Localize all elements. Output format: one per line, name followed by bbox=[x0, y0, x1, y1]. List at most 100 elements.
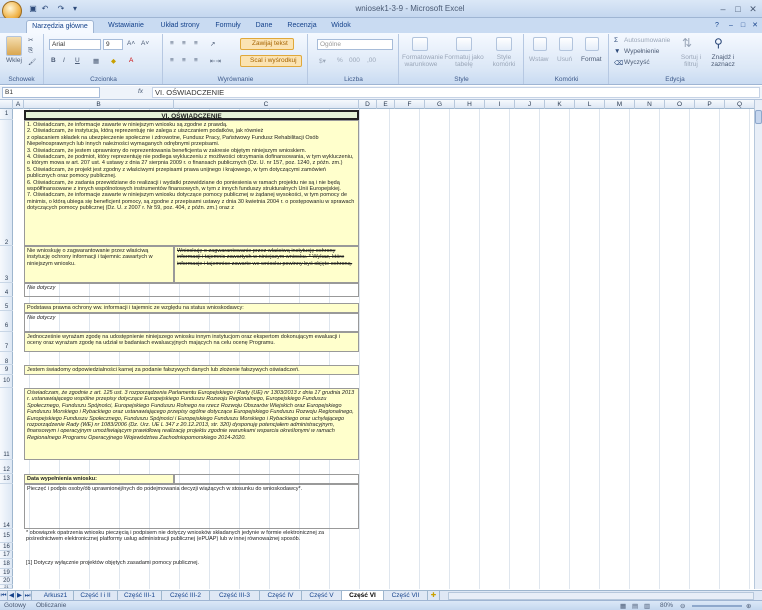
find-select-icon[interactable]: ⚲ bbox=[714, 36, 723, 50]
column-header-g[interactable]: G bbox=[425, 100, 455, 109]
cell-styles-icon[interactable] bbox=[496, 37, 512, 51]
column-header-p[interactable]: P bbox=[695, 100, 725, 109]
autosum-icon[interactable]: Σ bbox=[614, 37, 618, 44]
zoom-level[interactable]: 80% bbox=[660, 602, 673, 609]
column-header-l[interactable]: L bbox=[575, 100, 605, 109]
sort-filter-button[interactable]: Sortuj i filtruj bbox=[676, 54, 706, 68]
row-header-7[interactable]: 7 bbox=[0, 332, 13, 352]
currency-icon[interactable]: $▾ bbox=[319, 57, 326, 65]
column-header-b[interactable]: B bbox=[24, 100, 174, 109]
fill-button[interactable]: Wypełnienie bbox=[624, 48, 659, 55]
regulation-cell[interactable]: Oświadczam, że zgodnie z art. 125 ust. 3… bbox=[24, 388, 359, 460]
delete-cells-button[interactable]: Usuń bbox=[557, 56, 572, 63]
row-header-15[interactable]: 15 bbox=[0, 529, 13, 543]
tab-review[interactable]: Recenzja bbox=[284, 20, 320, 33]
grow-font-icon[interactable]: A˄ bbox=[127, 40, 135, 47]
help-icon[interactable]: ? bbox=[712, 20, 722, 33]
format-table-icon[interactable] bbox=[456, 37, 472, 51]
column-header-k[interactable]: K bbox=[545, 100, 575, 109]
column-header-q[interactable]: Q bbox=[725, 100, 755, 109]
zoom-out-icon[interactable]: ⊖ bbox=[680, 602, 685, 610]
status-calculate[interactable]: Obliczanie bbox=[36, 602, 66, 609]
italic-button[interactable]: I bbox=[63, 57, 65, 64]
bold-button[interactable]: B bbox=[51, 57, 56, 64]
column-header-e[interactable]: E bbox=[377, 100, 395, 109]
format-table-button[interactable]: Formatuj jako tabelę bbox=[444, 54, 484, 68]
clear-icon[interactable]: ⌫ bbox=[614, 59, 623, 67]
liability-cell[interactable]: Jestem świadomy odpowiedzialności karnej… bbox=[24, 365, 359, 375]
align-bottom-icon[interactable]: ≡ bbox=[194, 40, 198, 47]
row-header-18[interactable]: 18 bbox=[0, 559, 13, 569]
column-header-a[interactable]: A bbox=[13, 100, 24, 109]
horizontal-scrollbar[interactable] bbox=[448, 592, 754, 600]
column-header-j[interactable]: J bbox=[515, 100, 545, 109]
column-header-c[interactable]: C bbox=[174, 100, 359, 109]
autosum-button[interactable]: Autosumowanie bbox=[624, 37, 670, 44]
align-middle-icon[interactable]: ≡ bbox=[182, 40, 186, 47]
request-protection-cell[interactable]: Wnioskuję o zagwarantowanie przez właści… bbox=[174, 246, 359, 283]
shrink-font-icon[interactable]: A˅ bbox=[141, 40, 149, 47]
tab-page-layout[interactable]: Układ strony bbox=[156, 20, 204, 33]
row-header-16[interactable]: 16 bbox=[0, 543, 13, 551]
select-all-button[interactable] bbox=[0, 100, 13, 109]
tab-insert[interactable]: Wstawianie bbox=[98, 20, 154, 33]
number-format-select[interactable]: Ogólne bbox=[317, 39, 393, 50]
align-top-icon[interactable]: ≡ bbox=[170, 40, 174, 47]
zoom-in-icon[interactable]: ⊕ bbox=[746, 602, 751, 610]
cut-icon[interactable]: ✂ bbox=[28, 36, 33, 44]
column-header-n[interactable]: N bbox=[635, 100, 665, 109]
align-right-icon[interactable]: ≡ bbox=[194, 57, 198, 64]
find-select-button[interactable]: Znajdź i zaznacz bbox=[708, 54, 738, 68]
font-color-icon[interactable]: A bbox=[129, 57, 133, 64]
indent-icon[interactable]: ⇤⇥ bbox=[210, 57, 221, 65]
save-icon[interactable]: ▣ bbox=[28, 4, 38, 14]
row-header-5[interactable]: 5 bbox=[0, 297, 13, 311]
paste-button[interactable]: Wklej bbox=[6, 57, 22, 64]
orientation-icon[interactable]: ↗ bbox=[210, 40, 215, 48]
underline-button[interactable]: U bbox=[75, 57, 80, 64]
cond-format-button[interactable]: Formatowanie warunkowe bbox=[402, 54, 443, 68]
decimal-icon[interactable]: ,00 bbox=[367, 57, 376, 64]
fill-icon[interactable]: ▼ bbox=[614, 48, 620, 55]
maximize-button[interactable]: □ bbox=[731, 3, 745, 15]
cell-styles-button[interactable]: Style komórki bbox=[486, 54, 522, 68]
row-header-19[interactable]: 19 bbox=[0, 569, 13, 577]
font-size-select[interactable]: 9 bbox=[103, 39, 123, 50]
section-header-cell[interactable]: VI. OŚWIADCZENIE bbox=[24, 110, 359, 120]
format-cells-icon[interactable] bbox=[585, 37, 599, 51]
zoom-slider[interactable] bbox=[692, 605, 742, 607]
customize-toolbar-icon[interactable]: ▾ bbox=[70, 4, 80, 14]
insert-cells-button[interactable]: Wstaw bbox=[529, 56, 549, 63]
percent-icon[interactable]: % bbox=[337, 57, 343, 64]
minimize-button[interactable]: – bbox=[716, 3, 730, 15]
vertical-scrollbar[interactable] bbox=[754, 100, 762, 589]
declarations-cell[interactable]: 1. Oświadczam, że informacje zawarte w n… bbox=[24, 120, 359, 246]
date-label-cell[interactable]: Data wypełnienia wniosku: bbox=[24, 474, 174, 484]
consent-cell[interactable]: Jednocześnie wyrażam zgodę na udostępnie… bbox=[24, 332, 359, 352]
row-header-12[interactable]: 12 bbox=[0, 460, 13, 474]
legal-basis-cell[interactable]: Podstawa prawna ochrony ww. informacji i… bbox=[24, 303, 359, 313]
column-header-h[interactable]: H bbox=[455, 100, 485, 109]
tab-data[interactable]: Dane bbox=[250, 20, 278, 33]
normal-view-icon[interactable]: ▦ bbox=[620, 602, 626, 610]
copy-icon[interactable]: ⎘ bbox=[28, 47, 33, 55]
column-header-d[interactable]: D bbox=[359, 100, 377, 109]
row-header-3[interactable]: 3 bbox=[0, 246, 13, 283]
close-button[interactable]: ✕ bbox=[746, 3, 760, 15]
no-protection-cell[interactable]: Nie wnioskuję o zagwarantowanie przez wł… bbox=[24, 246, 174, 283]
column-header-o[interactable]: O bbox=[665, 100, 695, 109]
align-center-icon[interactable]: ≡ bbox=[182, 57, 186, 64]
cond-format-icon[interactable] bbox=[412, 37, 428, 51]
undo-icon[interactable]: ↶ bbox=[40, 4, 50, 14]
row-header-21[interactable]: 21 bbox=[0, 585, 13, 589]
page-break-view-icon[interactable]: ▥ bbox=[644, 602, 650, 610]
row-header-4[interactable]: 4 bbox=[0, 283, 13, 297]
not-applicable-cell-2[interactable]: Nie dotyczy bbox=[24, 313, 359, 332]
not-applicable-cell-1[interactable]: Nie dotyczy bbox=[24, 283, 359, 297]
row-header-13[interactable]: 13 bbox=[0, 474, 13, 484]
insert-function-icon[interactable]: fx bbox=[138, 88, 143, 95]
redo-icon[interactable]: ↷ bbox=[56, 4, 66, 14]
tab-view[interactable]: Widok bbox=[326, 20, 356, 33]
name-box[interactable]: B1 bbox=[2, 87, 100, 98]
comma-icon[interactable]: 000 bbox=[349, 57, 360, 64]
